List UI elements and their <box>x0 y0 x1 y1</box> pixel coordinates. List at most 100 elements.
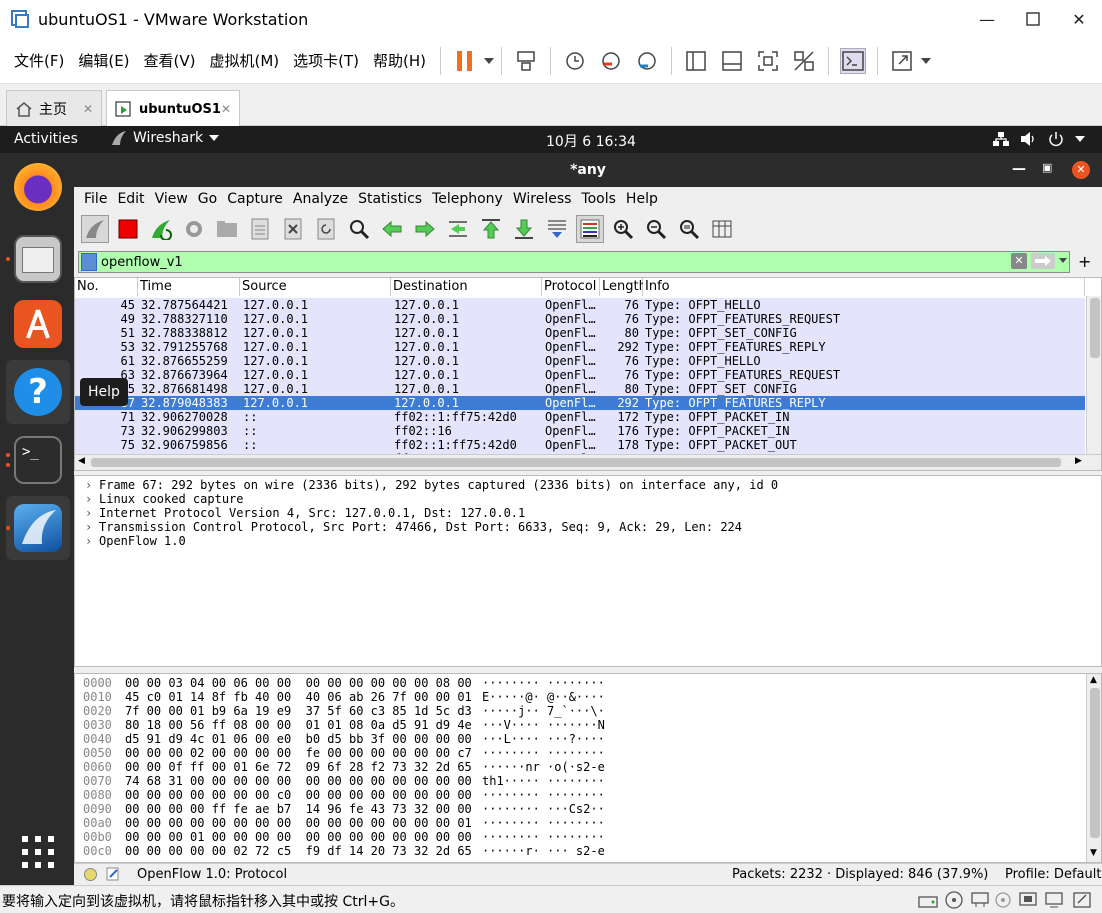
tab-home[interactable]: 主页 ✕ <box>6 90 102 126</box>
scroll-thumb[interactable] <box>91 458 1061 467</box>
display-filter-input[interactable]: openflow_v1 <box>101 255 183 270</box>
hex-row[interactable]: 0020 7f 00 00 01 b9 6a 19 e9 37 5f 60 c3 … <box>83 704 605 718</box>
packet-list-vscrollbar[interactable] <box>1086 296 1101 454</box>
chevron-down-icon[interactable] <box>1075 136 1085 142</box>
hex-row[interactable]: 0010 45 c0 01 14 8f fb 40 00 40 06 ab 26 … <box>83 690 605 704</box>
table-row[interactable]: 75 32.906759856:: ff02::1:ff75:42d0 OpenFl…… <box>75 438 1085 452</box>
menu-wireless[interactable]: Wireless <box>513 191 572 207</box>
close-button[interactable]: ✕ <box>1056 0 1102 38</box>
cd-rom-icon[interactable] <box>945 891 963 909</box>
show-thumbnail-button[interactable] <box>719 48 745 74</box>
expand-arrow-icon[interactable]: › <box>85 520 99 534</box>
chevron-down-icon[interactable] <box>1059 258 1067 263</box>
table-row[interactable]: 71 32.906270028:: ff02::1:ff75:42d0 OpenFl…… <box>75 410 1085 424</box>
packet-list-hscrollbar[interactable]: ◀ ▶ <box>75 454 1101 470</box>
table-row[interactable]: 73 32.906299803:: ff02::16 OpenFl… 176 Type: … <box>75 424 1085 438</box>
first-packet-button[interactable] <box>477 215 505 243</box>
bookmark-icon[interactable] <box>81 253 97 271</box>
table-row[interactable]: 51 32.788338812 127.0.0.1 127.0.0.1 OpenFl… 8… <box>75 326 1085 340</box>
minimize-button[interactable]: — <box>964 0 1010 38</box>
expand-arrow-icon[interactable]: › <box>85 534 99 548</box>
chevron-right-icon[interactable]: ▶ <box>1075 456 1082 466</box>
maximize-button[interactable] <box>1010 0 1056 38</box>
chevron-left-icon[interactable]: ◀ <box>78 456 85 466</box>
firefox-icon[interactable] <box>14 163 62 211</box>
open-file-button[interactable] <box>213 215 241 243</box>
scroll-thumb[interactable] <box>1090 688 1100 838</box>
unity-button[interactable] <box>791 48 817 74</box>
restore-button[interactable]: ▣ <box>1042 161 1052 174</box>
menu-edit[interactable]: Edit <box>117 191 144 207</box>
close-icon[interactable]: ✕ <box>83 102 93 116</box>
column-header-protocol[interactable]: Protocol <box>542 278 600 296</box>
files-icon[interactable] <box>14 235 62 283</box>
menu-help[interactable]: Help <box>626 191 658 207</box>
volume-icon[interactable] <box>1020 131 1038 147</box>
table-row[interactable]: 49 32.788327110 127.0.0.1 127.0.0.1 OpenFl… 7… <box>75 312 1085 326</box>
snapshot-manager-button[interactable] <box>634 48 660 74</box>
zoom-reset-button[interactable] <box>675 215 703 243</box>
column-header-no[interactable]: No. <box>75 278 138 296</box>
reload-file-button[interactable] <box>312 215 340 243</box>
clear-filter-icon[interactable]: ✕ <box>1011 253 1027 269</box>
capture-options-button[interactable] <box>180 215 208 243</box>
hex-row[interactable]: 0050 00 00 00 02 00 00 00 00 fe 00 00 00 … <box>83 746 605 760</box>
close-icon[interactable]: ✕ <box>221 102 231 116</box>
hex-row[interactable]: 00a0 00 00 00 00 00 00 00 00 00 00 00 00 … <box>83 816 605 830</box>
hex-row[interactable]: 0090 00 00 00 00 ff fe ae b7 14 96 fe 43 … <box>83 802 605 816</box>
activities-button[interactable]: Activities <box>14 131 78 147</box>
pause-dropdown[interactable] <box>483 48 495 74</box>
tab-ubuntuos1[interactable]: ubuntuOS1 ✕ <box>106 90 240 127</box>
menu-statistics[interactable]: Statistics <box>358 191 422 207</box>
menu-file[interactable]: 文件(F) <box>14 50 64 71</box>
table-row[interactable]: 61 32.876655259 127.0.0.1 127.0.0.1 OpenFl… 7… <box>75 354 1085 368</box>
menu-tools[interactable]: Tools <box>581 191 616 207</box>
table-row[interactable]: 6732.879048383127.0.0.1127.0.0.1OpenFl…2… <box>75 396 1085 410</box>
terminal-icon[interactable]: >_ <box>14 436 62 484</box>
detail-row-ipv4[interactable]: › Internet Protocol Version 4, Src: 127.0… <box>85 506 525 520</box>
hard-disk-icon[interactable] <box>918 891 938 909</box>
hex-row[interactable]: 0030 80 18 00 56 ff 08 00 00 01 01 08 0a … <box>83 718 605 732</box>
restart-capture-button[interactable] <box>147 215 175 243</box>
close-button[interactable]: ✕ <box>1072 161 1090 179</box>
menu-help[interactable]: 帮助(H) <box>373 50 426 71</box>
detail-row-frame[interactable]: › Frame 67: 292 bytes on wire (2336 bits)… <box>85 478 778 492</box>
network-icon[interactable] <box>992 131 1010 147</box>
menu-go[interactable]: Go <box>198 191 217 207</box>
message-log-icon[interactable] <box>1072 891 1092 909</box>
column-header-length[interactable]: Length <box>600 278 647 296</box>
column-header-destination[interactable]: Destination <box>391 278 542 296</box>
close-file-button[interactable] <box>279 215 307 243</box>
hex-row[interactable]: 0070 74 68 31 00 00 00 00 00 00 00 00 00 … <box>83 774 605 788</box>
hex-row[interactable]: 00c0 00 00 00 00 00 02 72 c5 f9 df 14 20 … <box>83 844 605 858</box>
column-header-source[interactable]: Source <box>240 278 391 296</box>
show-apps-button[interactable] <box>22 836 54 868</box>
menu-edit[interactable]: 编辑(E) <box>78 50 129 71</box>
chevron-down-icon[interactable]: ▼ <box>1090 848 1097 858</box>
pause-button[interactable] <box>452 48 478 74</box>
chevron-up-icon[interactable]: ▲ <box>1090 675 1097 685</box>
menu-telephony[interactable]: Telephony <box>432 191 503 207</box>
resize-columns-button[interactable] <box>708 215 736 243</box>
hex-row[interactable]: 0060 00 00 0f ff 00 01 6e 72 09 6f 28 f2 … <box>83 760 605 774</box>
menu-tabs[interactable]: 选项卡(T) <box>293 50 359 71</box>
detail-row-linux-cooked[interactable]: › Linux cooked capture <box>85 492 244 506</box>
column-header-time[interactable]: Time <box>138 278 240 296</box>
hex-vscrollbar[interactable]: ▲ ▼ <box>1086 674 1101 862</box>
status-profile[interactable]: Profile: Default <box>1005 867 1101 882</box>
auto-scroll-button[interactable] <box>543 215 571 243</box>
wireshark-icon[interactable] <box>14 504 62 552</box>
menu-file[interactable]: File <box>84 191 107 207</box>
menu-vm[interactable]: 虚拟机(M) <box>210 50 280 71</box>
table-row[interactable]: 45 32.787564421 127.0.0.1 127.0.0.1 OpenFl… 7… <box>75 298 1085 312</box>
hex-row[interactable]: 0040 d5 91 d9 4c 01 06 00 e0 b0 d5 bb 3f … <box>83 732 605 746</box>
detail-row-tcp[interactable]: › Transmission Control Protocol, Src Port… <box>85 520 742 534</box>
menu-capture[interactable]: Capture <box>227 191 283 207</box>
start-capture-button[interactable] <box>80 215 109 243</box>
go-to-packet-button[interactable] <box>444 215 472 243</box>
send-ctrl-alt-del-button[interactable] <box>513 48 539 74</box>
app-menu[interactable]: Wireshark <box>110 129 220 147</box>
hex-row[interactable]: 00b0 00 00 00 01 00 00 00 00 00 00 00 00 … <box>83 830 605 844</box>
usb-icon[interactable] <box>1018 891 1038 909</box>
stop-capture-button[interactable] <box>114 215 142 243</box>
